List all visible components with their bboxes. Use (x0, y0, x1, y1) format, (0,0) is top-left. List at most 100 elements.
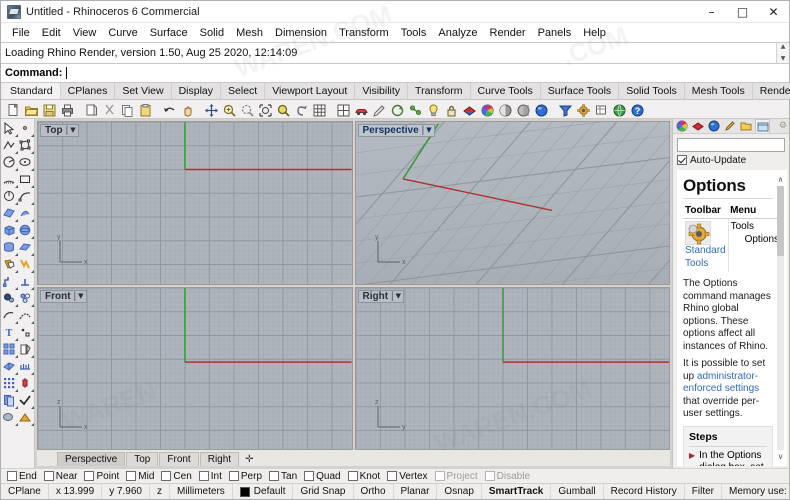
status-toggle-osnap[interactable]: Osnap (437, 484, 482, 499)
tab-mesh-tools[interactable]: Mesh Tools (684, 83, 753, 99)
tab-transform[interactable]: Transform (408, 83, 471, 99)
close-button[interactable]: ✕ (758, 1, 789, 23)
osnap-checkbox[interactable] (43, 471, 54, 481)
light-bulb-icon[interactable] (424, 101, 441, 118)
status-units[interactable]: Millimeters (170, 484, 233, 499)
panel-tab-pen[interactable] (723, 119, 738, 133)
osnap-disable[interactable]: Disable (483, 471, 535, 482)
osnap-checkbox[interactable] (484, 471, 495, 481)
chevron-down-icon[interactable]: ▼ (70, 125, 75, 136)
tab-render-tools[interactable]: Render Tools (752, 83, 790, 99)
new-file-icon[interactable] (4, 101, 21, 118)
viewport-title-top[interactable]: Top | ▼ (40, 124, 79, 137)
zoom-previous-icon[interactable] (292, 101, 309, 118)
flyout-arrow-icon[interactable] (31, 372, 34, 375)
chamfer-icon[interactable] (18, 274, 34, 290)
chevron-down-icon[interactable]: ▼ (426, 125, 431, 136)
flyout-arrow-icon[interactable] (31, 355, 34, 358)
help-icon[interactable]: ? (628, 101, 645, 118)
osnap-quad[interactable]: Quad (302, 471, 345, 482)
print-icon[interactable] (58, 101, 75, 118)
viewport-title-perspective[interactable]: Perspective | ▼ (357, 124, 435, 137)
flyout-arrow-icon[interactable] (31, 185, 34, 188)
status-toggle-smarttrack[interactable]: SmartTrack (482, 484, 552, 499)
status-coord-z[interactable]: z (150, 484, 170, 499)
flyout-arrow-icon[interactable] (31, 287, 34, 290)
options-gear-icon[interactable] (685, 221, 711, 246)
shade-icon[interactable] (496, 101, 513, 118)
rotate-icon[interactable] (388, 101, 405, 118)
osnap-mid[interactable]: Mid (124, 471, 159, 482)
freeform-curve-icon[interactable] (18, 189, 34, 205)
chevron-down-icon[interactable]: ▼ (396, 291, 401, 302)
command-history[interactable]: Loading Rhino Render, version 1.50, Aug … (1, 42, 789, 64)
gear-icon[interactable]: ⚙ (779, 121, 787, 131)
osnap-tan[interactable]: Tan (267, 471, 302, 482)
zoom-window-icon[interactable] (256, 101, 273, 118)
viewport-right[interactable]: Right | ▼ y z (354, 286, 670, 450)
viewport-tab-right[interactable]: Right (199, 451, 240, 466)
panel-tab-folder[interactable] (739, 119, 754, 133)
surface-edge-icon[interactable] (2, 206, 18, 222)
pan-icon[interactable] (178, 101, 195, 118)
menu-item-surface[interactable]: Surface (144, 25, 194, 41)
osnap-checkbox[interactable] (269, 471, 280, 481)
flyout-arrow-icon[interactable] (31, 321, 34, 324)
render-preview-icon[interactable] (514, 101, 531, 118)
viewport-perspective[interactable]: Perspective | ▼ x y (354, 121, 670, 285)
arc-icon[interactable] (2, 172, 18, 188)
polyline-icon[interactable] (2, 138, 18, 154)
status-toggle-ortho[interactable]: Ortho (354, 484, 394, 499)
zoom-selected-icon[interactable] (274, 101, 291, 118)
scrollbar-track[interactable] (777, 185, 784, 450)
sphere-icon[interactable] (18, 223, 34, 239)
copy-icon[interactable] (118, 101, 135, 118)
status-layer[interactable]: Default (233, 484, 294, 499)
flyout-arrow-icon[interactable] (31, 219, 34, 222)
link-icon[interactable] (406, 101, 423, 118)
flyout-arrow-icon[interactable] (31, 270, 34, 273)
blend-icon[interactable] (2, 291, 18, 307)
status-cplane[interactable]: CPlane (1, 484, 49, 499)
explode-icon[interactable] (18, 257, 34, 273)
grid-points-icon[interactable] (2, 376, 18, 392)
mesh-icon[interactable] (2, 410, 18, 426)
array-icon[interactable] (18, 291, 34, 307)
tab-solid-tools[interactable]: Solid Tools (619, 83, 685, 99)
zoom-dynamic-icon[interactable] (238, 101, 255, 118)
menu-item-curve[interactable]: Curve (102, 25, 143, 41)
viewport-tab-perspective[interactable]: Perspective (57, 451, 126, 466)
osnap-cen[interactable]: Cen (159, 471, 196, 482)
flyout-arrow-icon[interactable] (31, 304, 34, 307)
panel-tab-help-panel[interactable] (755, 119, 770, 133)
text-icon[interactable]: T (2, 325, 18, 341)
web-help-icon[interactable] (610, 101, 627, 118)
surface-loft-icon[interactable] (18, 206, 34, 222)
maximize-button[interactable]: □ (727, 1, 758, 23)
paste-icon[interactable] (136, 101, 153, 118)
status-memory[interactable]: Memory use: 397 MB (722, 484, 790, 499)
osnap-checkbox[interactable] (228, 471, 239, 481)
auto-update-checkbox[interactable] (677, 155, 687, 166)
analyze-icon[interactable] (18, 376, 34, 392)
lock-icon[interactable] (442, 101, 459, 118)
offset-surface-icon[interactable] (18, 308, 34, 324)
undo-icon[interactable] (160, 101, 177, 118)
minimize-button[interactable]: – (696, 1, 727, 23)
menu-item-transform[interactable]: Transform (333, 25, 395, 41)
color-wheel-icon[interactable] (478, 101, 495, 118)
properties-icon[interactable] (592, 101, 609, 118)
panel-tab-render-globe[interactable] (707, 119, 722, 133)
flyout-arrow-icon[interactable] (31, 406, 34, 409)
status-toggle-filter[interactable]: Filter (685, 484, 722, 499)
render-icon[interactable] (532, 101, 549, 118)
pen-icon[interactable] (370, 101, 387, 118)
tab-viewport-layout[interactable]: Viewport Layout (265, 83, 356, 99)
check-icon[interactable] (18, 393, 34, 409)
osnap-checkbox[interactable] (347, 471, 358, 481)
osnap-near[interactable]: Near (42, 471, 83, 482)
rebuild-icon[interactable] (18, 359, 34, 375)
flyout-arrow-icon[interactable] (31, 202, 34, 205)
scroll-down-icon[interactable]: ▼ (781, 56, 786, 62)
box-icon[interactable] (2, 223, 18, 239)
